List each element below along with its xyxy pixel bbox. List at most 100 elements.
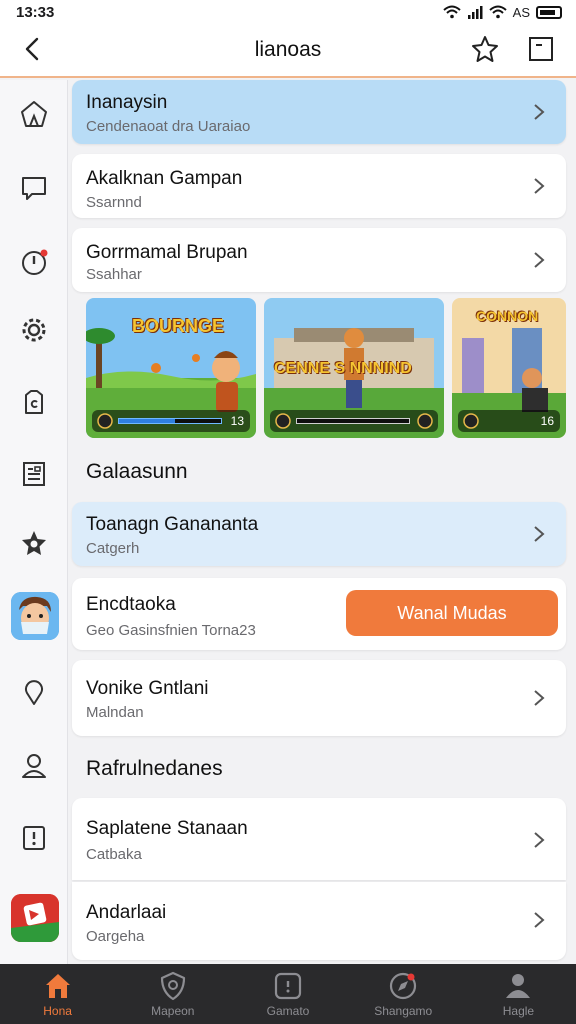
nav-label: Mapeon: [151, 1004, 195, 1018]
battery-icon: [536, 5, 562, 19]
nav-home[interactable]: Hona: [0, 964, 115, 1024]
nav-label: Hagle: [502, 1004, 535, 1018]
flower-icon: [22, 531, 46, 555]
status-text: AS: [512, 4, 530, 20]
rail-item-favorites[interactable]: [12, 522, 56, 566]
list-item-subtitle: Ssahhar: [86, 266, 142, 283]
person-icon: [506, 974, 531, 998]
app-bar: lianoas: [0, 24, 576, 78]
gear-icon: [22, 318, 46, 342]
list-item[interactable]: Vonike Gntlani Malndan: [72, 660, 566, 736]
list-item-title: Vonike Gntlani: [86, 678, 209, 699]
list-item[interactable]: Akalknan Gampan Ssarnnd: [72, 154, 566, 218]
game-card-count: 13: [230, 414, 244, 428]
nav-label: Shangamo: [374, 1004, 433, 1018]
list-item-title: Toanagn Ganananta: [86, 514, 259, 535]
rail-item-home[interactable]: [12, 92, 56, 136]
game-card-title: CONNON: [476, 308, 539, 324]
list-item-title: Gorrmamal Brupan: [86, 242, 248, 263]
game-card[interactable]: CENNE S NNNIND: [264, 298, 444, 438]
rail-item-location[interactable]: [12, 670, 56, 714]
status-time: 13:33: [16, 3, 55, 21]
nav-label: Hona: [43, 1004, 72, 1018]
chevron-right-icon: [534, 178, 545, 194]
game-card-title: BOURNGE: [132, 316, 225, 336]
rail-item-messages[interactable]: [12, 166, 56, 210]
back-arrow-icon[interactable]: [18, 34, 48, 64]
list-item-title: Andarlaai: [86, 902, 167, 923]
star-icon[interactable]: [470, 34, 500, 64]
list-item-subtitle: Cendenaoat dra Uaraiao: [86, 118, 251, 135]
game-card-title: CENNE S NNNIND: [274, 360, 412, 377]
home-outline-icon: [21, 101, 47, 127]
rail-app-game[interactable]: [11, 894, 59, 942]
wifi-icon-2: [488, 5, 507, 19]
game-card[interactable]: BOURNGE 13: [86, 298, 256, 438]
rail-item-timer[interactable]: [12, 240, 56, 284]
nav-hagle[interactable]: Hagle: [461, 964, 576, 1024]
game-card-caption: 16: [458, 410, 560, 432]
gamepad-icon: [274, 972, 302, 1000]
chevron-right-icon: [534, 912, 545, 928]
list-item-subtitle: Catgerh: [86, 540, 140, 557]
list-item-subtitle: Geo Gasinsfnien Torna23: [86, 622, 256, 639]
person-icon: [22, 754, 46, 778]
document-icon: [23, 462, 45, 486]
nav-shangamo[interactable]: Shangamo: [346, 964, 461, 1024]
game-card-count: 16: [540, 414, 554, 428]
status-bar: 13:33 AS: [0, 0, 576, 24]
section-heading: Rafrulnedanes: [86, 757, 223, 780]
game-carousel[interactable]: BOURNGE 13 CENNE S NNNIND CONNON 16: [86, 298, 566, 440]
list-item[interactable]: Toanagn Ganananta Catgerh: [72, 502, 566, 566]
game-card-progress: [296, 418, 410, 424]
rail-item-alert[interactable]: [12, 816, 56, 860]
chevron-right-icon: [534, 526, 545, 542]
home-icon: [45, 974, 70, 998]
rail-item-bag[interactable]: [12, 380, 56, 424]
game-card[interactable]: CONNON 16: [452, 298, 566, 438]
location-pin-icon: [25, 680, 43, 705]
list-item-subtitle: Oargeha: [86, 928, 145, 945]
rail-item-settings[interactable]: [12, 308, 56, 352]
bottom-nav: Hona Mapeon Gamato Shangamo Hagle: [0, 964, 576, 1024]
section-heading: Galaasunn: [86, 460, 188, 483]
game-card-caption: [270, 410, 438, 432]
game-card-progress-fill: [119, 419, 176, 423]
side-rail: [0, 80, 68, 964]
rail-app-avatar[interactable]: [11, 592, 59, 640]
list-item-title: Inanaysin: [86, 92, 168, 113]
list-item-subtitle: Ssarnnd: [86, 194, 142, 211]
chevron-right-icon: [534, 104, 545, 120]
chevron-right-icon: [534, 690, 545, 706]
list-item-title: Encdtaoka: [86, 594, 176, 615]
coin-icon: [463, 413, 479, 429]
square-icon[interactable]: [528, 36, 554, 62]
wifi-icon: [442, 5, 461, 19]
chevron-right-icon: [534, 252, 545, 268]
timer-icon: [22, 249, 48, 275]
game-card-caption: 13: [92, 410, 250, 432]
list-item-subtitle: Catbaka: [86, 846, 142, 863]
signal-icon: [467, 6, 483, 19]
list-item[interactable]: Inanaysin Cendenaoat dra Uaraiao: [72, 80, 566, 144]
action-button[interactable]: Wanal Mudas: [346, 590, 558, 636]
character-avatar-icon: [11, 592, 59, 640]
shield-icon: [160, 971, 185, 1001]
rail-item-document[interactable]: [12, 452, 56, 496]
nav-gamato[interactable]: Gamato: [230, 964, 345, 1024]
list-item-title: Saplatene Stanaan: [86, 818, 248, 839]
chevron-right-icon: [534, 832, 545, 848]
coin-icon: [97, 413, 113, 429]
compass-icon: [390, 972, 417, 1000]
bag-icon: [25, 390, 43, 414]
list-item[interactable]: Gorrmamal Brupan Ssahhar: [72, 228, 566, 292]
rail-item-profile[interactable]: [12, 744, 56, 788]
nav-label: Gamato: [266, 1004, 310, 1018]
list-item[interactable]: Encdtaoka Geo Gasinsfnien Torna23 Wanal …: [72, 578, 566, 650]
nav-mapeon[interactable]: Mapeon: [115, 964, 230, 1024]
game-app-icon: [11, 894, 59, 942]
coin-icon: [275, 413, 291, 429]
list-item-subtitle: Malndan: [86, 704, 144, 721]
list-item[interactable]: Saplatene Stanaan Catbaka: [72, 798, 566, 880]
list-item[interactable]: Andarlaai Oargeha: [72, 882, 566, 960]
